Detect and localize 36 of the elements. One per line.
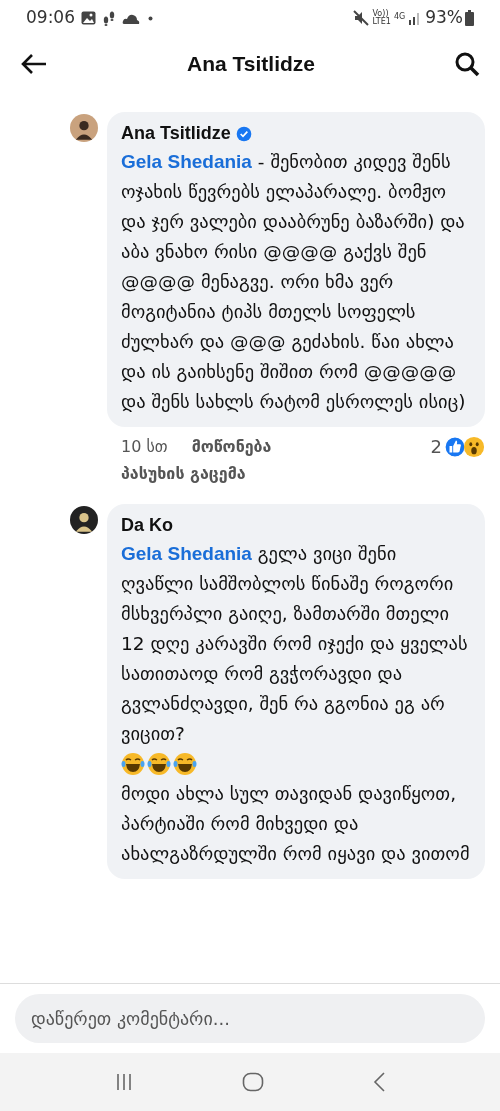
cloud-icon [122, 12, 140, 24]
comment-text: მოდი ახლა სულ თავიდან დავიწყოთ, პარტიაში რომ მიხვედი და ახალგაზრდულში რომ იყავი და ვითომ [121, 782, 471, 866]
comment-time: 10 სთ [121, 435, 168, 458]
avatar-icon [70, 114, 98, 142]
status-time: 09:06 [26, 6, 75, 30]
back-arrow-icon[interactable] [20, 52, 48, 76]
like-reaction-icon [444, 435, 466, 458]
mention-link[interactable]: Gela Shedania [121, 543, 252, 564]
volte-label: Vo)) [372, 10, 389, 18]
comment-input-field[interactable]: დაწერეთ კომენტარი... [15, 994, 485, 1043]
battery-percent: 93% [425, 6, 463, 30]
image-icon [81, 11, 96, 25]
network-label: 4G [393, 11, 406, 23]
reply-link[interactable]: პასუხის გაცემა [121, 462, 246, 486]
wow-reaction-icon [463, 435, 485, 458]
mention-link[interactable]: Gela Shedania [121, 151, 252, 172]
mute-icon [352, 10, 369, 26]
battery-icon [465, 10, 474, 26]
dot-icon [148, 15, 153, 21]
laughing-emoji-icon [147, 752, 171, 776]
home-icon[interactable] [242, 1072, 264, 1092]
comment-text: Gela Shedania - შენობით კიდევ შენს ოჯახის წევრებს ელაპარალე. ბომჟო და ჯერ ვალები დააბრუნე ბაზარში) და აბა ვნახო რისი @@@@ გაქვს შენ @@@@ მენაგვე. ორი ხმა ვერ მოგიტანია ტიპს მთელს სოფელს ძულხარ და @@@ გეძახის. წაი ახლა და ის გაიხსენე შიშით რომ @@@@@ და შენს სახლს რატომ ესროლეს ისიც) [121, 150, 467, 414]
search-icon[interactable] [454, 51, 480, 77]
laughing-emoji-icon [121, 752, 145, 776]
recent-apps-icon[interactable] [114, 1073, 134, 1091]
author-name[interactable]: Da Ko [121, 512, 173, 539]
laughing-emoji-icon [173, 752, 197, 776]
avatar-icon [70, 506, 98, 534]
header-title: Ana Tsitlidze [187, 51, 315, 78]
like-link[interactable]: მოწონება [191, 434, 272, 459]
author-name[interactable]: Ana Tsitlidze [121, 120, 231, 147]
reaction-count: 2 [430, 435, 442, 459]
comment-text: Gela Shedania გელა ვიცი შენი ღვაწლი სამშობლოს წინაშე როგორი მსხვერპლი გაიღე, ზამთარში მთელი 12 დღე კარავში რომ იჯექი და ყველას სათითაოდ რომ გვჭორავდი და გვლანძღავდი, შენ რა გგონია ეგ არ ვიცით? [121, 542, 469, 746]
footprints-icon [102, 10, 116, 26]
lte-label: LTE1 [372, 18, 391, 26]
back-nav-icon[interactable] [372, 1071, 386, 1093]
